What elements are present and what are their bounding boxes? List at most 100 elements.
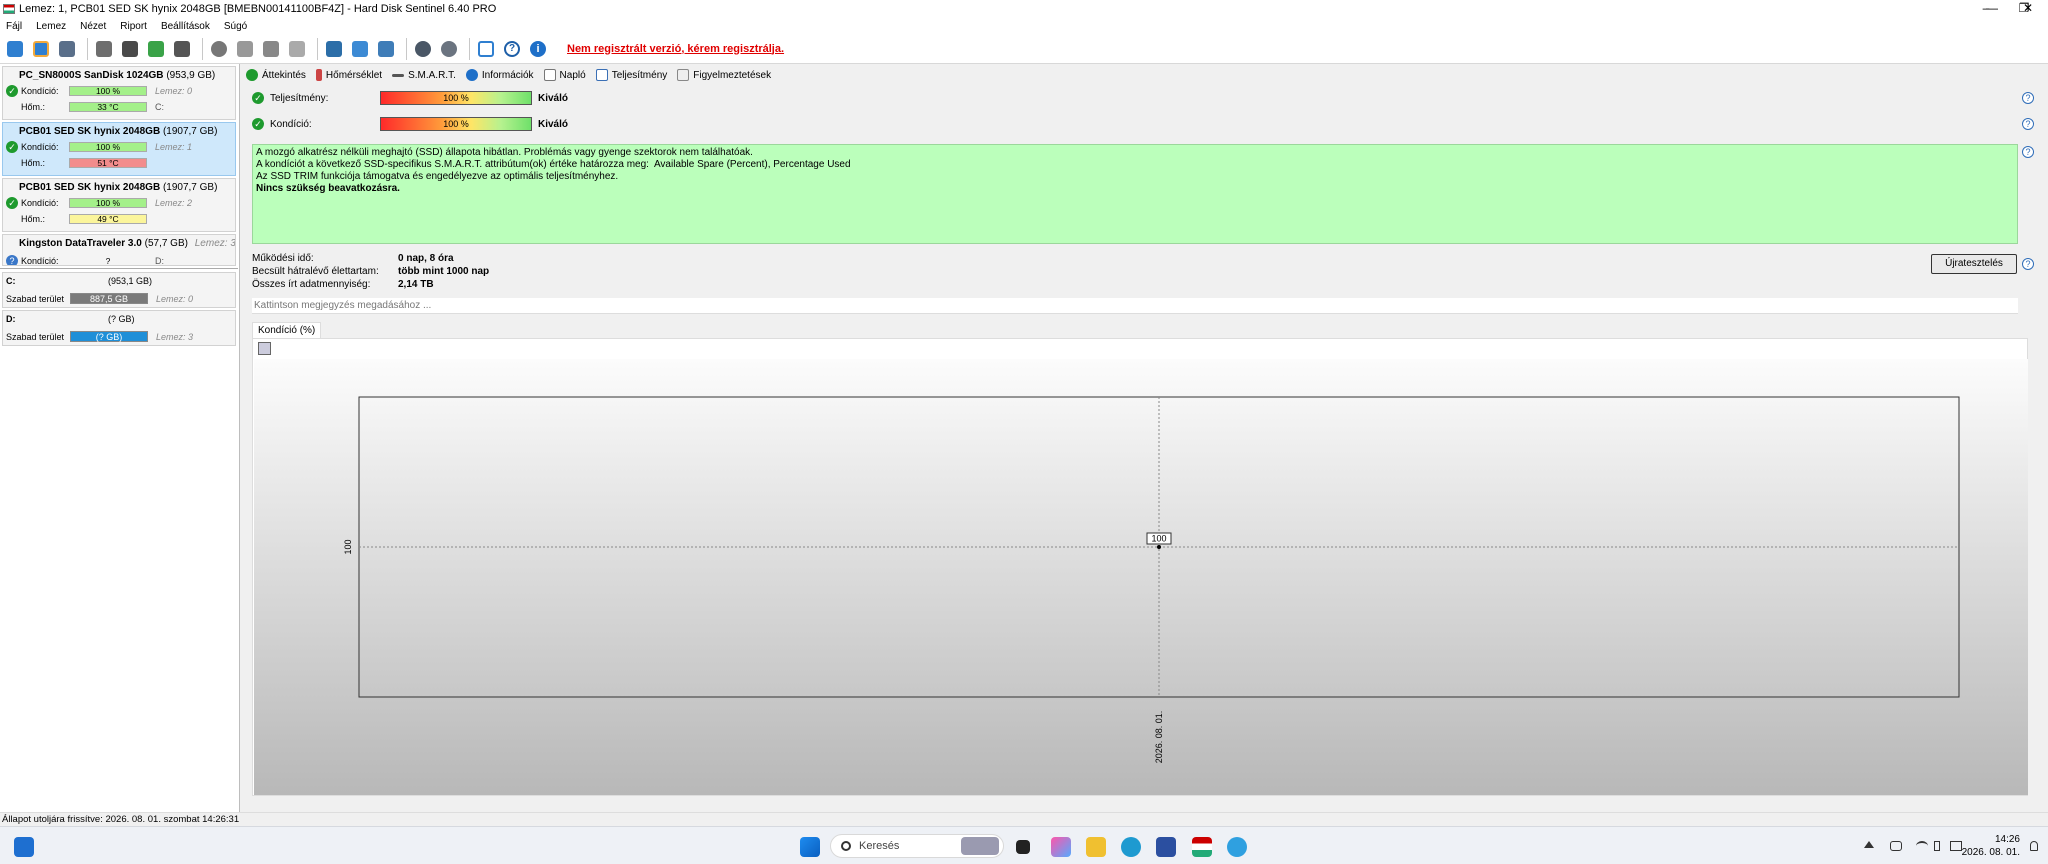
minimize-button[interactable]: – bbox=[1966, 0, 2006, 18]
status-description: A mozgó alkatrész nélküli meghajtó (SSD)… bbox=[252, 144, 2018, 244]
network-button[interactable] bbox=[375, 38, 397, 60]
menu-help[interactable]: Súgó bbox=[224, 21, 247, 32]
help-icon[interactable]: ? bbox=[2022, 258, 2034, 270]
tab-temperature[interactable]: Hőmérséklet bbox=[315, 69, 382, 81]
preferences-button[interactable] bbox=[412, 38, 434, 60]
drive-button[interactable] bbox=[260, 38, 282, 60]
ok-check-icon bbox=[246, 69, 258, 81]
ok-check-icon: ✓ bbox=[6, 85, 18, 97]
disk-temp-row: Hőm.: 49 °C bbox=[21, 213, 147, 225]
free-space-bar: 887,5 GB bbox=[70, 293, 148, 304]
register-link[interactable]: Nem regisztrált verzió, kérem regisztrál… bbox=[567, 43, 784, 55]
volume-size: (953,1 GB) bbox=[108, 276, 153, 286]
file-explorer-icon[interactable] bbox=[1086, 837, 1106, 857]
acoustic-button[interactable] bbox=[208, 38, 230, 60]
toolbar-separator bbox=[469, 37, 470, 60]
performance-chart-icon bbox=[595, 69, 608, 81]
cloud-icon[interactable] bbox=[1890, 841, 1902, 851]
camera-icon bbox=[478, 40, 494, 57]
menu-file[interactable]: Fájl bbox=[6, 21, 22, 32]
volume-name: D: bbox=[6, 314, 16, 324]
report-button[interactable] bbox=[323, 38, 345, 60]
disk-list-icon bbox=[59, 40, 75, 57]
chart-tab-condition[interactable]: Kondíció (%) bbox=[252, 322, 322, 338]
menu-disk[interactable]: Lemez bbox=[36, 21, 66, 32]
about-button[interactable]: i bbox=[527, 38, 549, 60]
menu-settings[interactable]: Beállítások bbox=[161, 21, 210, 32]
surface-test-button[interactable] bbox=[119, 38, 141, 60]
tray-chevron-icon[interactable] bbox=[1864, 841, 1874, 848]
toolbar-separator bbox=[406, 37, 407, 60]
drive-icon bbox=[263, 40, 279, 57]
disk-ok-button[interactable] bbox=[145, 38, 167, 60]
free-space-label: Szabad terület bbox=[6, 293, 65, 304]
disk-test-button[interactable] bbox=[93, 38, 115, 60]
clock-time: 14:26 bbox=[1994, 834, 2020, 845]
help-icon[interactable]: ? bbox=[2022, 92, 2034, 104]
task-view-icon[interactable] bbox=[1016, 840, 1030, 854]
detail-key: Működési idő: bbox=[252, 252, 314, 264]
options-button[interactable] bbox=[438, 38, 460, 60]
disk-list-panel: PC_SN8000S SanDisk 1024GB (953,9 GB) ✓ K… bbox=[0, 64, 240, 812]
notification-bell-icon[interactable] bbox=[2030, 841, 2038, 851]
refresh-icon bbox=[7, 40, 23, 57]
volume-item-d[interactable]: D: (? GB) Szabad terület (? GB) Lemez: 3 bbox=[2, 310, 236, 346]
screenshot-button[interactable] bbox=[475, 38, 497, 60]
tab-log[interactable]: Napló bbox=[543, 69, 586, 81]
tab-alerts[interactable]: Figyelmeztetések bbox=[677, 69, 771, 81]
settings-app-icon[interactable] bbox=[1227, 837, 1247, 857]
tab-label: S.M.A.R.T. bbox=[408, 69, 456, 81]
start-icon[interactable] bbox=[800, 837, 820, 857]
help-icon[interactable]: ? bbox=[2022, 146, 2034, 158]
hd-sentinel-taskbar-icon[interactable] bbox=[1192, 837, 1212, 857]
condition-row: ✓ Kondíció: 100 % Kiváló bbox=[252, 116, 568, 132]
disk-size: (953,9 GB) bbox=[166, 70, 216, 81]
refresh-button[interactable] bbox=[4, 38, 26, 60]
refresh-all-button[interactable] bbox=[30, 38, 52, 60]
taskbar-search[interactable]: Keresés bbox=[830, 834, 1004, 858]
eject-button[interactable] bbox=[234, 38, 256, 60]
wifi-icon[interactable] bbox=[1916, 841, 1928, 851]
speaker-icon[interactable] bbox=[1934, 841, 1940, 851]
clock[interactable]: 14:26 2026. 08. 01. bbox=[1962, 833, 2020, 859]
refresh-all-icon bbox=[33, 40, 49, 57]
disk-test-icon bbox=[96, 40, 112, 57]
email-button[interactable] bbox=[349, 38, 371, 60]
chart-panel: 100 2026. 08. 01. 100 bbox=[252, 338, 2028, 796]
volume-item-c[interactable]: C: (953,1 GB) Szabad terület 887,5 GB Leme… bbox=[2, 272, 236, 308]
help-icon[interactable]: ? bbox=[2022, 118, 2034, 130]
disk-item-1[interactable]: PCB01 SED SK hynix 2048GB (1907,7 GB) ✓ … bbox=[2, 122, 236, 176]
menu-bar: Fájl Lemez Nézet Riport Beállítások Súgó bbox=[0, 18, 2048, 34]
note-input[interactable]: Kattintson megjegyzés megadásához ... bbox=[252, 298, 2018, 314]
tab-performance[interactable]: Teljesítmény bbox=[595, 69, 667, 81]
question-icon: ? bbox=[504, 40, 520, 57]
drive-letter: C: bbox=[155, 102, 164, 112]
edge-icon[interactable] bbox=[1121, 837, 1141, 857]
info-line: Nincs szükség beavatkozásra. bbox=[256, 183, 400, 194]
disk-item-2[interactable]: PCB01 SED SK hynix 2048GB (1907,7 GB) ✓ … bbox=[2, 178, 236, 232]
copilot-icon[interactable] bbox=[1051, 837, 1071, 857]
menu-report[interactable]: Riport bbox=[120, 21, 147, 32]
save-icon[interactable] bbox=[258, 342, 271, 355]
menu-view[interactable]: Nézet bbox=[80, 21, 106, 32]
backup-button[interactable] bbox=[286, 38, 308, 60]
thermometer-icon bbox=[315, 69, 322, 81]
disk-item-3[interactable]: Kingston DataTraveler 3.0 (57,7 GB) Leme… bbox=[2, 234, 236, 266]
disk-item-0[interactable]: PC_SN8000S SanDisk 1024GB (953,9 GB) ✓ K… bbox=[2, 66, 236, 120]
tab-overview[interactable]: Áttekintés bbox=[246, 69, 306, 81]
battery-icon[interactable] bbox=[1950, 841, 1962, 851]
ok-check-icon: ✓ bbox=[252, 118, 264, 130]
disk-tools-button[interactable] bbox=[171, 38, 193, 60]
widgets-icon[interactable] bbox=[14, 837, 34, 857]
retest-button[interactable]: Újratesztelés bbox=[1931, 254, 2017, 274]
detail-row: Becsült hátralévő élettartam: több mint 1… bbox=[252, 265, 489, 277]
close-button[interactable]: ✕ bbox=[2008, 0, 2048, 18]
help-button[interactable]: ? bbox=[501, 38, 523, 60]
tab-smart[interactable]: S.M.A.R.T. bbox=[392, 70, 456, 81]
condition-label: Kondíció: bbox=[21, 142, 59, 152]
store-icon[interactable] bbox=[1156, 837, 1176, 857]
disk-list-button[interactable] bbox=[56, 38, 78, 60]
disk-tools-icon bbox=[174, 40, 190, 57]
disk-name: Kingston DataTraveler 3.0 (57,7 GB) Leme… bbox=[19, 238, 235, 249]
tab-information[interactable]: Információk bbox=[465, 69, 534, 81]
